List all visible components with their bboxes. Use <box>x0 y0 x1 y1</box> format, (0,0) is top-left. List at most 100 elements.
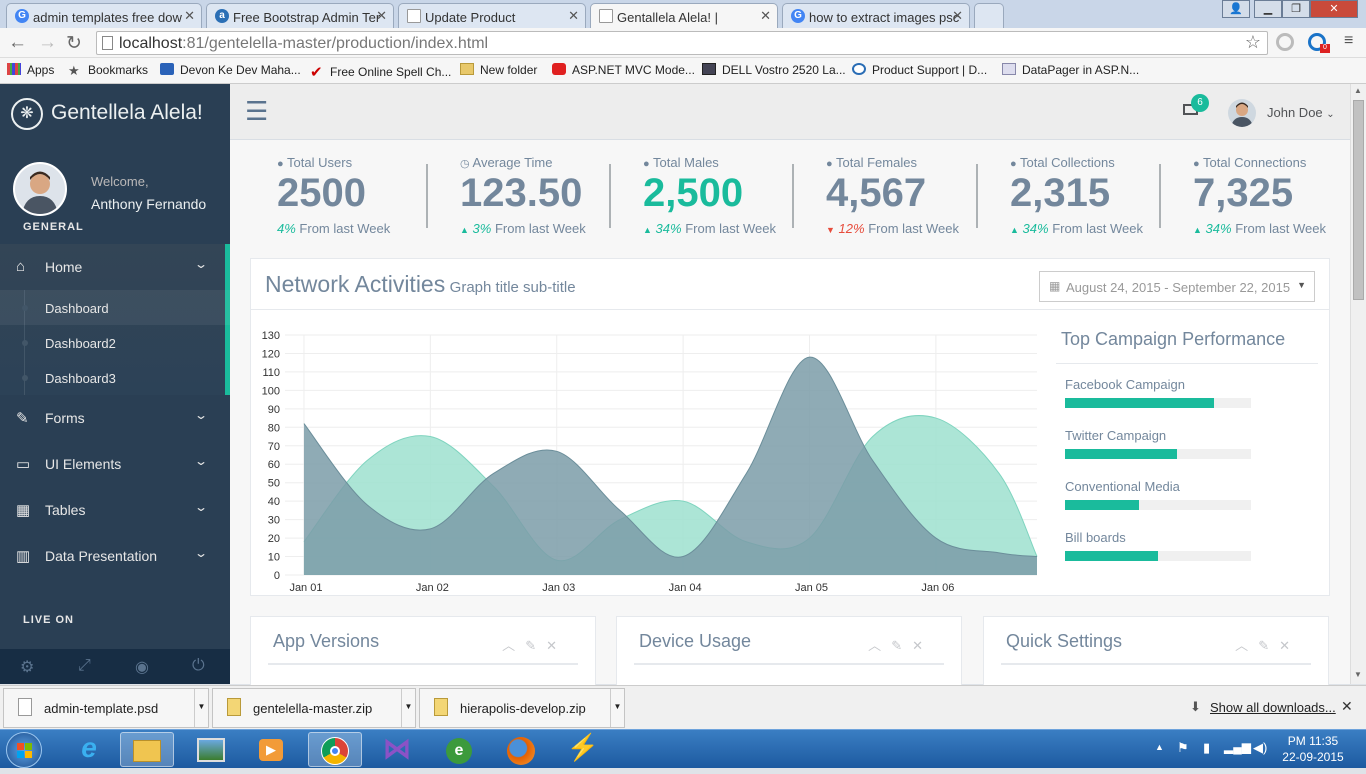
scrollbar-thumb[interactable] <box>1353 100 1364 300</box>
bullet-icon <box>22 375 28 381</box>
fullscreen-icon[interactable]: ⤢ <box>78 657 91 675</box>
tray-expand-icon[interactable]: ▲ <box>1155 742 1164 752</box>
mail-badge: 6 <box>1191 94 1209 112</box>
flag-icon[interactable]: ⚑ <box>1177 740 1189 756</box>
winamp-taskbar-icon[interactable]: ⚡ <box>556 732 610 767</box>
chevron-down-icon[interactable]: ▼ <box>401 689 415 727</box>
sidebar-subitem-dashboard3[interactable]: Dashboard3 <box>0 360 230 395</box>
close-window-icon[interactable]: ✕ <box>1310 0 1358 18</box>
dreamweaver-taskbar-icon[interactable]: e <box>432 732 486 767</box>
scroll-up-icon[interactable]: ▲ <box>1354 86 1362 95</box>
battery-icon[interactable]: ▮ <box>1203 740 1210 756</box>
browser-tab[interactable]: G admin templates free dow ✕ <box>6 3 202 28</box>
wrench-icon[interactable]: ✎ <box>525 638 546 653</box>
download-item[interactable]: gentelella-master.zip ▼ <box>212 688 416 728</box>
user-menu[interactable]: John Doe ⌄ <box>1267 105 1335 120</box>
maximize-icon[interactable]: ❐ <box>1282 0 1310 18</box>
laptop-icon <box>702 63 716 75</box>
close-icon[interactable]: ✕ <box>546 638 567 653</box>
panel-subtitle: Graph title sub-title <box>449 279 576 296</box>
menu-icon[interactable]: ≡ <box>1344 32 1353 50</box>
paw-icon: ❋ <box>11 98 43 130</box>
date-range-picker[interactable]: ▦ August 24, 2015 - September 22, 2015 ▼ <box>1039 271 1315 302</box>
sidebar-subitem-dashboard2[interactable]: Dashboard2 <box>0 325 230 360</box>
browser-tab[interactable]: Update Product ✕ <box>398 3 586 28</box>
avatar[interactable] <box>13 162 67 216</box>
eye-slash-icon[interactable]: ◉ <box>135 657 149 677</box>
bullet-icon <box>22 305 28 311</box>
collapse-icon[interactable]: ︿ <box>1235 638 1258 653</box>
sidebar-item-forms[interactable]: ✎ Forms ⌄ <box>0 395 230 441</box>
power-icon[interactable]: ⏻ <box>192 657 205 675</box>
explorer-taskbar-icon[interactable] <box>120 732 174 767</box>
close-tab-icon[interactable]: ✕ <box>184 8 195 24</box>
chrome-taskbar-icon[interactable] <box>308 732 362 767</box>
wrench-icon[interactable]: ✎ <box>891 638 912 653</box>
clock[interactable]: PM 11:35 22-09-2015 <box>1282 734 1344 764</box>
start-button[interactable] <box>6 732 42 768</box>
bookmark-item[interactable]: Devon Ke Dev Maha... <box>160 63 301 77</box>
stat-tile: ● Total Collections 2,315 ▲ 34% From last … <box>963 152 1146 242</box>
download-item[interactable]: admin-template.psd ▼ <box>3 688 209 728</box>
download-item[interactable]: hierapolis-develop.zip ▼ <box>419 688 625 728</box>
new-tab-button[interactable] <box>974 3 1004 28</box>
network-activities-panel: Network Activities Graph title sub-title… <box>250 258 1330 596</box>
sidebar-item-ui-elements[interactable]: ▭ UI Elements ⌄ <box>0 441 230 487</box>
browser-tab[interactable]: a Free Bootstrap Admin Ter ✕ <box>206 3 394 28</box>
close-icon[interactable]: ✕ <box>912 638 933 653</box>
url-input[interactable]: localhost:81/gentelella-master/productio… <box>96 31 1268 55</box>
browser-tab[interactable]: G how to extract images psc ✕ <box>782 3 970 28</box>
collapse-icon[interactable]: ︿ <box>502 638 525 653</box>
close-tab-icon[interactable]: ✕ <box>568 8 579 24</box>
panel-title: Quick Settings <box>1006 631 1123 651</box>
bookmark-item[interactable]: ASP.NET MVC Mode... <box>552 63 695 77</box>
close-icon[interactable]: ✕ <box>1341 698 1353 715</box>
bookmark-folder[interactable]: New folder <box>460 63 537 77</box>
close-icon[interactable]: ✕ <box>1279 638 1300 653</box>
collapse-icon[interactable]: ︿ <box>868 638 891 653</box>
reload-icon[interactable]: ↻ <box>66 32 82 55</box>
firefox-taskbar-icon[interactable] <box>494 732 548 767</box>
photo-taskbar-icon[interactable] <box>184 732 238 767</box>
bookmark-bookmarks[interactable]: ★ Bookmarks <box>68 63 148 78</box>
media-player-taskbar-icon[interactable]: ▶ <box>244 732 298 767</box>
sidebar-item-data-presentation[interactable]: ▥ Data Presentation ⌄ <box>0 533 230 579</box>
forward-icon[interactable]: → <box>38 32 57 54</box>
close-tab-icon[interactable]: ✕ <box>760 8 771 24</box>
ie-taskbar-icon[interactable]: e <box>62 732 116 767</box>
volume-icon[interactable]: ◀) <box>1253 740 1267 756</box>
brand[interactable]: ❋ Gentellela Alela! <box>0 84 230 142</box>
menu-toggle-icon[interactable]: ☰ <box>245 98 268 124</box>
bookmark-item[interactable]: DELL Vostro 2520 La... <box>702 63 846 77</box>
sidebar-item-tables[interactable]: ▦ Tables ⌄ <box>0 487 230 533</box>
show-all-downloads-link[interactable]: Show all downloads... <box>1210 700 1336 715</box>
y-tick-label: 110 <box>262 367 280 379</box>
visual-studio-taskbar-icon[interactable]: ⋈ <box>370 732 424 767</box>
user-icon[interactable]: 👤 <box>1222 0 1250 18</box>
browser-tab-active[interactable]: Gentallela Alela! | ✕ <box>590 3 778 28</box>
page-scrollbar[interactable]: ▲ ▼ <box>1350 84 1366 684</box>
wrench-icon[interactable]: ✎ <box>1258 638 1279 653</box>
panel-divider <box>251 309 1329 310</box>
close-tab-icon[interactable]: ✕ <box>952 8 963 24</box>
settings-icon[interactable]: ⚙ <box>20 657 34 677</box>
extension-icon[interactable] <box>1276 33 1294 51</box>
user-avatar[interactable] <box>1228 99 1256 127</box>
sidebar-subitem-dashboard[interactable]: Dashboard <box>0 290 230 325</box>
star-icon[interactable]: ☆ <box>1245 32 1261 53</box>
signal-icon[interactable]: ▂▄▆ <box>1224 740 1251 754</box>
bookmark-apps[interactable]: Apps <box>7 63 54 77</box>
minimize-icon[interactable]: ▁ <box>1254 0 1282 18</box>
chevron-down-icon[interactable]: ▼ <box>194 689 208 727</box>
stat-value: 2500 <box>277 171 366 215</box>
sidebar-item-home[interactable]: ⌂ Home ⌄ <box>0 244 230 290</box>
bookmark-item[interactable]: Product Support | D... <box>852 63 987 77</box>
bookmark-item[interactable]: ✔ Free Online Spell Ch... <box>310 63 451 81</box>
back-icon[interactable]: ← <box>8 32 27 54</box>
scroll-down-icon[interactable]: ▼ <box>1354 670 1362 679</box>
bookmark-item[interactable]: DataPager in ASP.N... <box>1002 63 1139 77</box>
chevron-down-icon[interactable]: ▼ <box>610 689 624 727</box>
close-tab-icon[interactable]: ✕ <box>376 8 387 24</box>
page-icon <box>407 9 421 23</box>
y-tick-label: 0 <box>274 570 280 582</box>
